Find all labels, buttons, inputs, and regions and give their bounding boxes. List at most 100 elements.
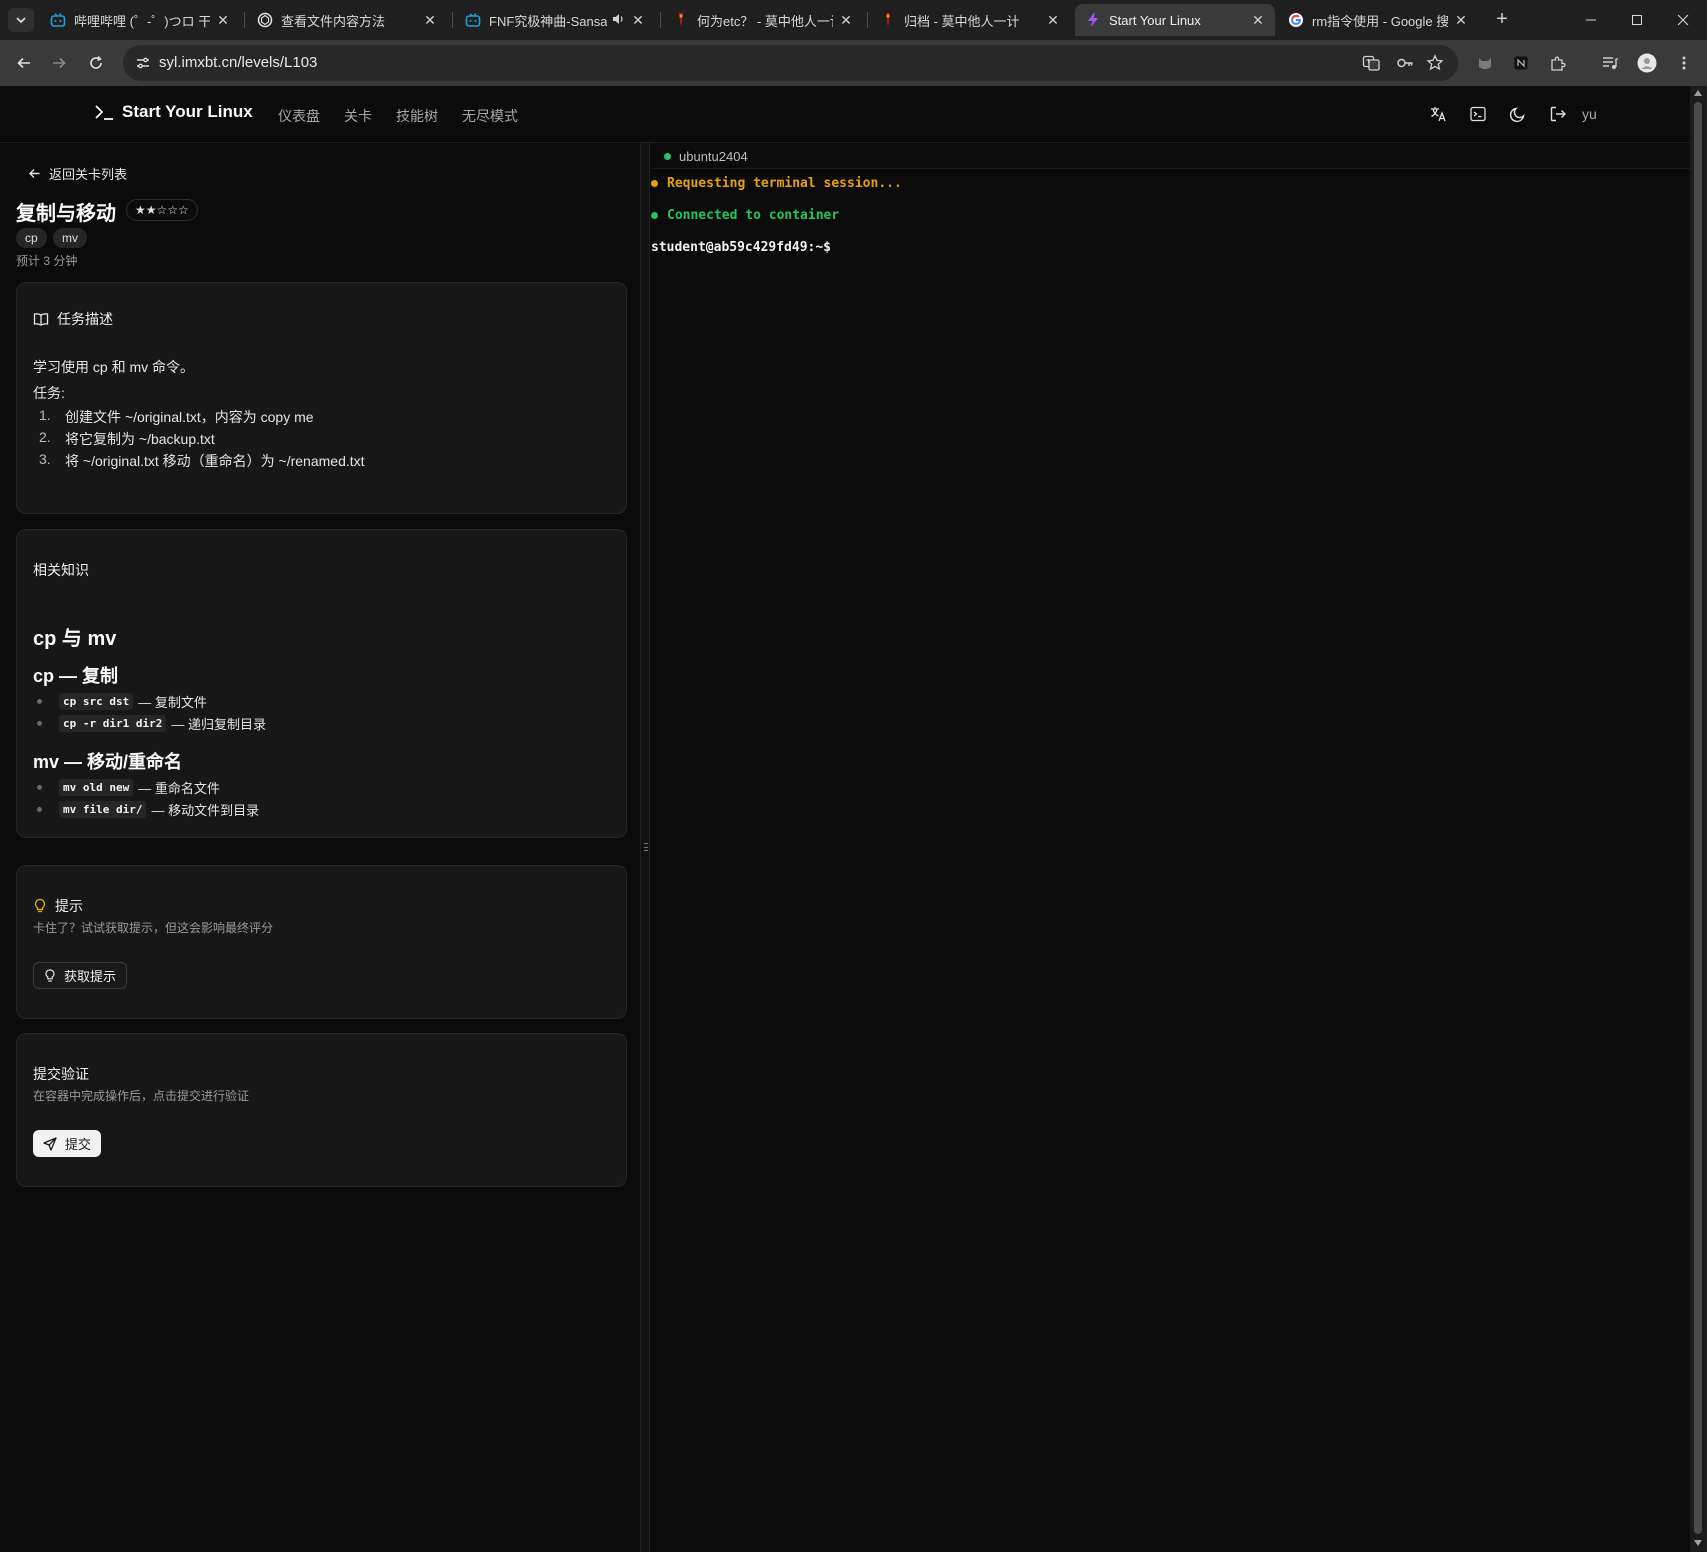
card-heading: 任务描述 [33, 309, 113, 329]
task-text: 将它复制为 ~/backup.txt [65, 431, 215, 447]
tab-close-icon[interactable]: ✕ [216, 12, 230, 29]
maximize-icon [1632, 15, 1642, 25]
bullet [37, 699, 42, 704]
bullet [37, 785, 42, 790]
submit-label: 提交 [65, 1137, 92, 1152]
tab-fnf[interactable]: FNF究极神曲-Sansati ✕ [455, 4, 655, 36]
back-to-levels-link[interactable]: 返回关卡列表 [28, 164, 127, 183]
get-hint-button[interactable]: 获取提示 [33, 962, 128, 989]
speaker-icon[interactable] [611, 12, 625, 29]
new-tab-button[interactable]: + [1490, 8, 1514, 32]
tab-close-icon[interactable]: ✕ [839, 12, 853, 29]
tab-google[interactable]: rm指令使用 - Google 搜索 ✕ [1278, 4, 1478, 36]
task-heading: 任务描述 [57, 311, 113, 327]
grip-icon [644, 843, 648, 851]
item-desc: — 复制文件 [138, 695, 207, 710]
close-window-button[interactable] [1660, 0, 1706, 40]
back-button[interactable] [12, 51, 36, 75]
tab-close-icon[interactable]: ✕ [1046, 12, 1060, 29]
knowledge-title: cp 与 mv [33, 628, 117, 650]
minimize-button[interactable] [1568, 0, 1614, 40]
bookmark-star-icon[interactable] [1425, 53, 1445, 73]
translate-icon[interactable] [1361, 53, 1381, 73]
nav-endless-mode[interactable]: 无尽模式 [462, 106, 518, 126]
level-panel: 返回关卡列表 复制与移动 ★★☆☆☆ cp mv 预计 3 分钟 任务描述 学习… [0, 143, 640, 1552]
media-control-icon[interactable] [1600, 53, 1620, 73]
tag-cp: cp [16, 228, 47, 248]
scroll-up-arrow-icon[interactable] [1694, 90, 1702, 96]
submit-heading: 提交验证 [33, 1066, 89, 1082]
moon-theme-icon[interactable] [1508, 104, 1528, 124]
nav-dashboard[interactable]: 仪表盘 [278, 106, 320, 126]
arrow-left-icon [29, 169, 40, 178]
tab-separator [867, 12, 868, 28]
scroll-down-arrow-icon[interactable] [1694, 1540, 1702, 1546]
arrow-right-icon [53, 57, 66, 69]
nav-levels[interactable]: 关卡 [344, 106, 372, 126]
tab-close-icon[interactable]: ✕ [1454, 12, 1468, 29]
submit-card: 提交验证 在容器中完成操作后，点击提交进行验证 提交 [16, 1033, 627, 1187]
address-bar[interactable]: syl.imxbt.cn/levels/L103 [123, 45, 1458, 81]
tab-title: 归档 - 莫中他人一计 [904, 13, 1020, 29]
prompt-text: student@ab59c429fd49:~$ [651, 240, 832, 255]
forward-button[interactable] [47, 51, 71, 75]
bilibili-icon [465, 12, 481, 28]
container-name: ubuntu2404 [679, 149, 748, 164]
knowledge-heading: 相关知识 [33, 562, 89, 578]
hint-heading-row: 提示 [33, 896, 83, 916]
tab-search-button[interactable] [8, 8, 34, 32]
tab-etc[interactable]: 何为etc？ - 莫中他人一计 ✕ [663, 4, 863, 36]
panel-resize-handle[interactable] [640, 143, 650, 1552]
task-text: 创建文件 ~/original.txt，内容为 copy me [65, 409, 314, 425]
item-desc: — 重命名文件 [138, 781, 220, 796]
terminal-prompt[interactable]: student@ab59c429fd49:~$ [651, 240, 831, 255]
tab-close-icon[interactable]: ✕ [631, 12, 645, 29]
submit-description: 在容器中完成操作后，点击提交进行验证 [33, 1089, 250, 1103]
submit-button[interactable]: 提交 [33, 1130, 102, 1157]
tab-title: 何为etc？ - 莫中他人一计 [697, 13, 833, 29]
menu-kebab-icon[interactable] [1674, 53, 1694, 73]
minimize-icon [1586, 19, 1596, 21]
task-intro: 学习使用 cp 和 mv 命令。 [33, 359, 195, 375]
dark-extension-icon[interactable] [1511, 53, 1531, 73]
maximize-button[interactable] [1614, 0, 1660, 40]
tab-archive[interactable]: 归档 - 莫中他人一计 ✕ [870, 4, 1070, 36]
terminal-panel[interactable]: ubuntu2404 Requesting terminal session..… [651, 143, 1690, 1552]
page-scrollbar[interactable] [1690, 86, 1707, 1552]
inline-code: mv file dir/ [59, 801, 147, 818]
profile-avatar-icon[interactable] [1637, 53, 1657, 73]
red-bookmark-icon [673, 12, 689, 28]
cat-extension-icon[interactable] [1475, 53, 1495, 73]
reload-button[interactable] [84, 51, 108, 75]
task-item: 1. 创建文件 ~/original.txt，内容为 copy me [39, 407, 314, 427]
app-header: Start Your Linux 仪表盘 关卡 技能树 无尽模式 yu [0, 86, 1690, 143]
hint-heading: 提示 [55, 898, 83, 914]
scrollbar-thumb[interactable] [1694, 102, 1702, 1534]
brand-logo[interactable]: Start Your Linux [94, 102, 253, 122]
tab-title: rm指令使用 - Google 搜索 [1312, 13, 1448, 29]
tab-start-your-linux[interactable]: Start Your Linux ✕ [1075, 4, 1275, 36]
tab-chatgpt[interactable]: 查看文件内容方法 ✕ [247, 4, 447, 36]
tab-close-icon[interactable]: ✕ [1251, 12, 1265, 29]
logout-icon[interactable] [1548, 104, 1568, 124]
lightbulb-icon [44, 968, 56, 983]
extensions-puzzle-icon[interactable] [1548, 53, 1568, 73]
get-hint-label: 获取提示 [64, 969, 117, 984]
site-info-icon[interactable] [131, 51, 155, 75]
url-text[interactable]: syl.imxbt.cn/levels/L103 [159, 54, 317, 71]
item-desc: — 递归复制目录 [171, 717, 266, 732]
terminal-window-icon[interactable] [1468, 104, 1488, 124]
list-item: mv file dir/ — 移动文件到目录 [37, 800, 259, 819]
tab-close-icon[interactable]: ✕ [423, 12, 437, 29]
chatgpt-icon [257, 12, 273, 28]
tab-bilibili[interactable]: 哔哩哔哩 (゜-゜)つロ 干杯 ✕ [40, 4, 240, 36]
google-icon [1288, 12, 1304, 28]
terminal-text: Requesting terminal session... [667, 176, 902, 191]
nav-skill-tree[interactable]: 技能树 [396, 106, 438, 126]
terminal-text: Connected to container [667, 208, 840, 223]
tab-separator [452, 12, 453, 28]
language-icon[interactable] [1428, 104, 1448, 124]
password-key-icon[interactable] [1395, 53, 1415, 73]
book-open-icon [33, 311, 49, 327]
username[interactable]: yu [1582, 106, 1597, 122]
